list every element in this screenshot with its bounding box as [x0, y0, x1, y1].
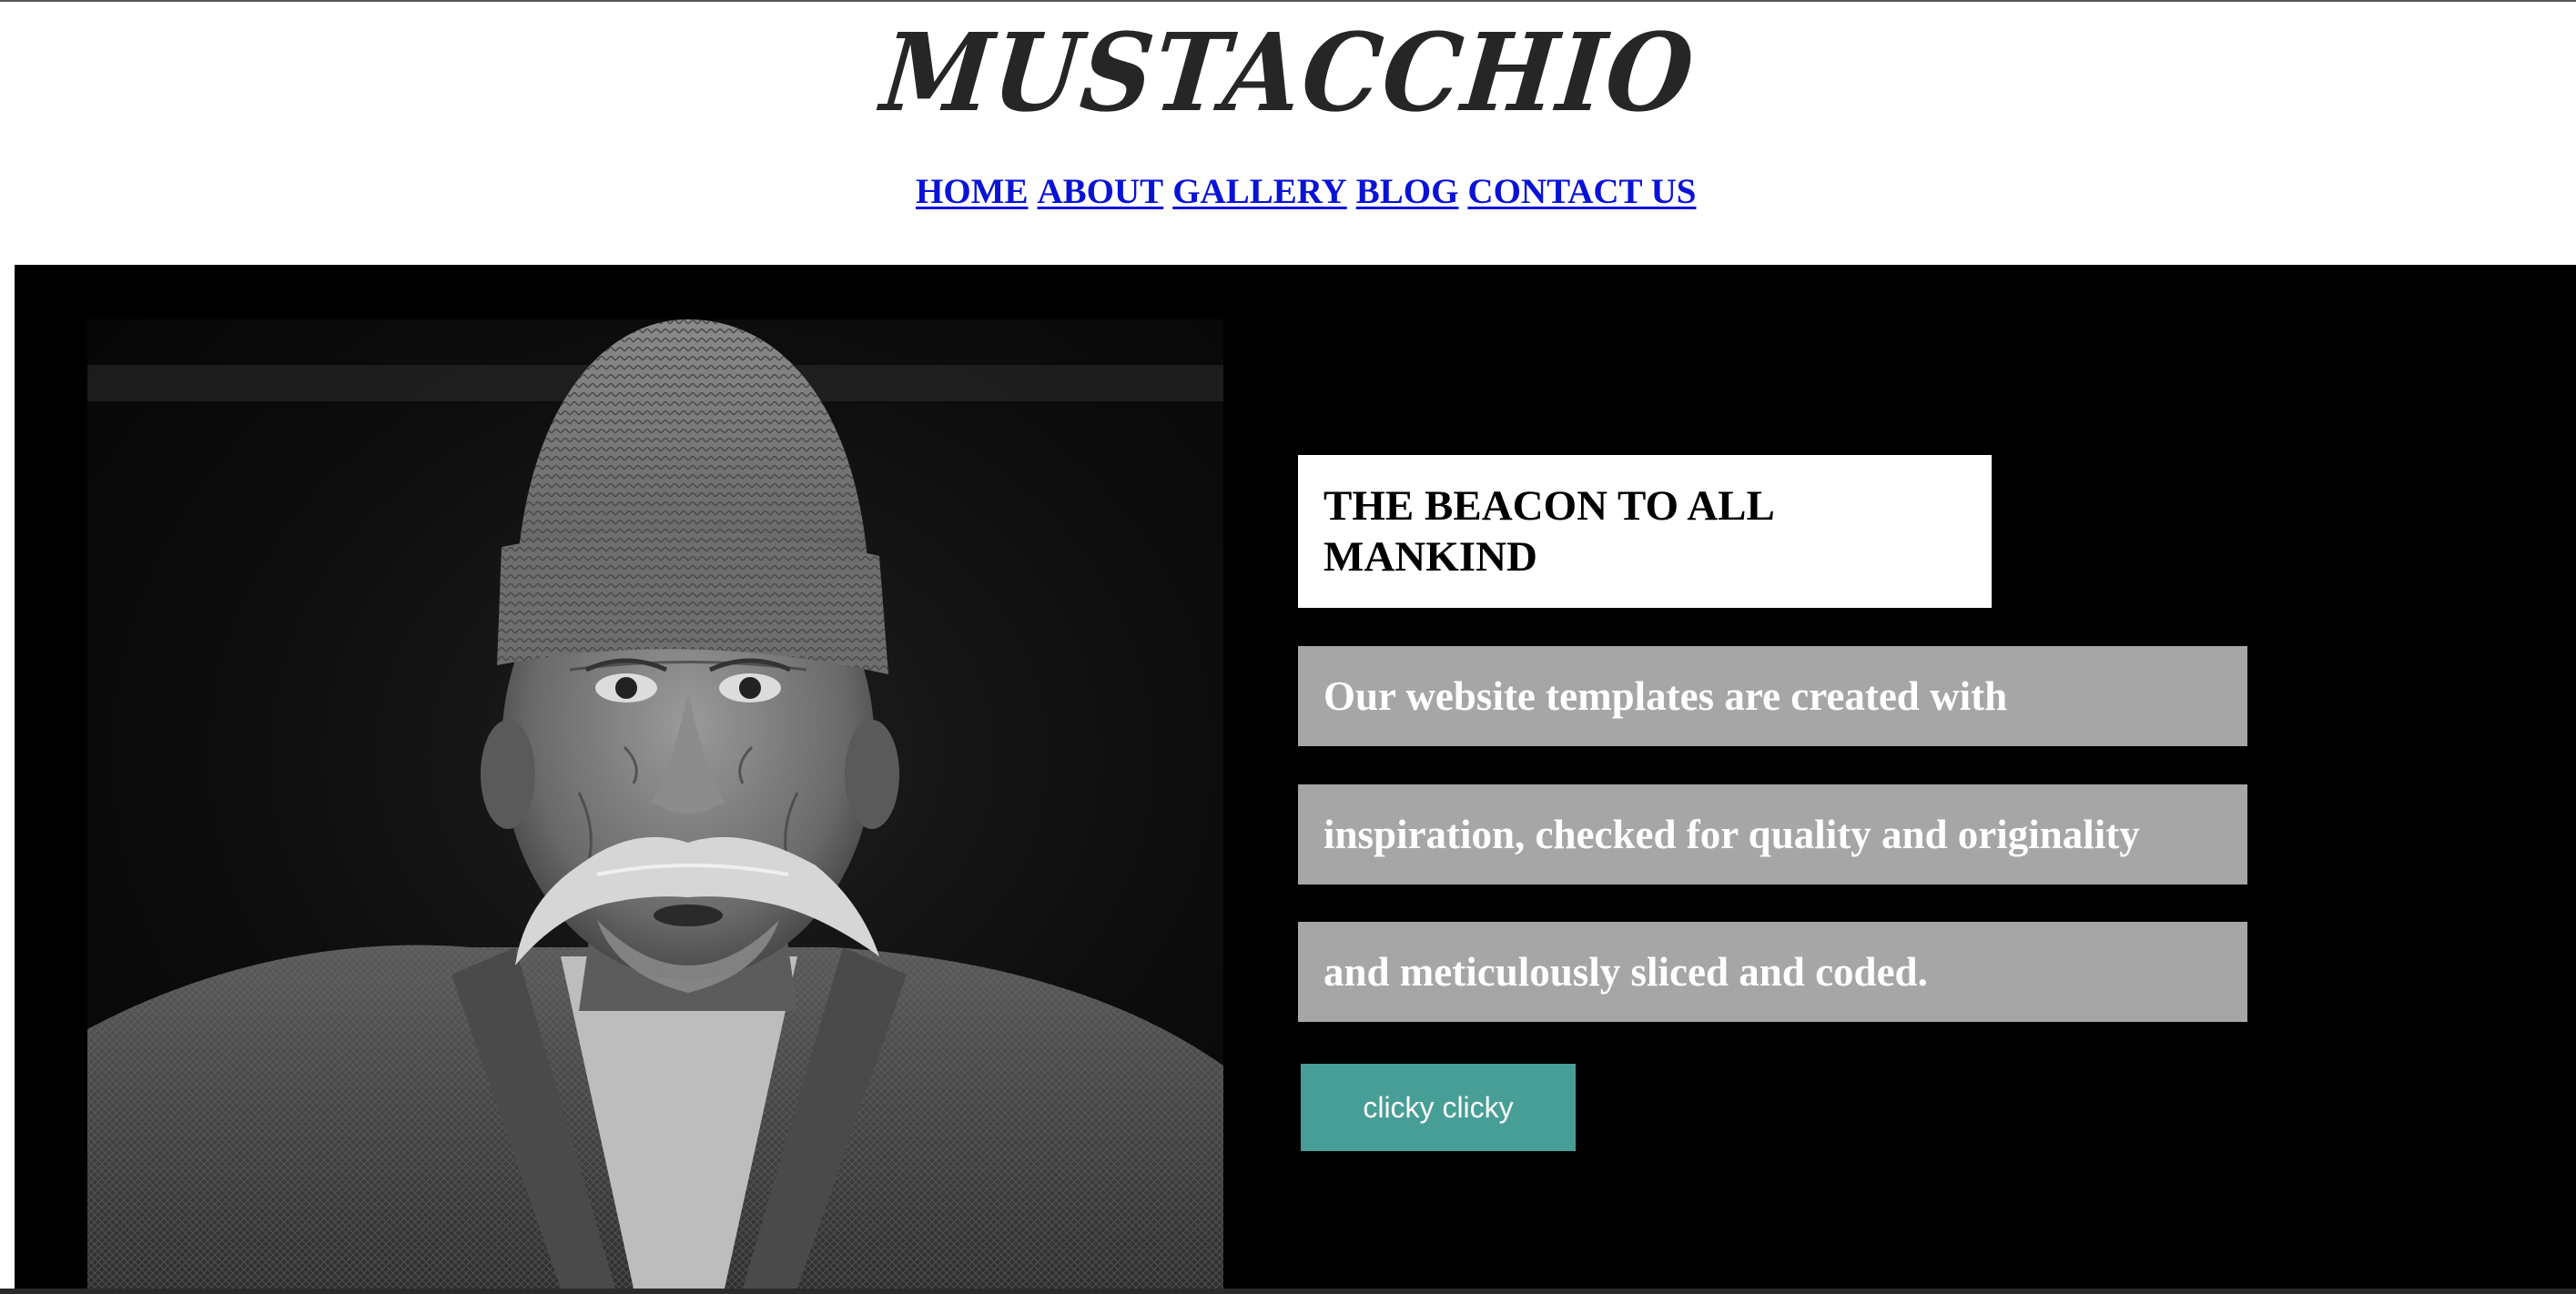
hero-title: THE BEACON TO ALL MANKIND: [1323, 482, 1773, 581]
page: MUSTACCHIO HOME ABOUT GALLERY BLOG CONTA…: [0, 0, 2576, 1294]
hero-text-line: inspiration, checked for quality and ori…: [1298, 784, 2247, 885]
nav-link-about[interactable]: ABOUT: [1038, 167, 1164, 217]
hero-portrait-photo: [87, 319, 1223, 1289]
nav-link-blog[interactable]: BLOG: [1356, 167, 1459, 217]
hero-title-box: THE BEACON TO ALL MANKIND: [1298, 455, 1992, 608]
site-logo[interactable]: MUSTACCHIO: [877, 9, 1700, 136]
portrait-illustration: [87, 319, 1223, 1289]
hero-section: THE BEACON TO ALL MANKIND Our website te…: [15, 265, 2576, 1289]
window-bottom-edge: [0, 1289, 2576, 1294]
nav-link-gallery[interactable]: GALLERY: [1172, 167, 1347, 217]
site-header: MUSTACCHIO: [0, 9, 2576, 136]
main-nav: HOME ABOUT GALLERY BLOG CONTACT US: [916, 167, 1696, 217]
clicky-button[interactable]: clicky clicky: [1301, 1064, 1576, 1151]
nav-link-home[interactable]: HOME: [916, 167, 1029, 217]
hero-text-line: Our website templates are created with: [1298, 646, 2247, 746]
nav-link-contact-us[interactable]: CONTACT US: [1467, 167, 1696, 217]
hero-text-line: and meticulously sliced and coded.: [1298, 922, 2247, 1022]
